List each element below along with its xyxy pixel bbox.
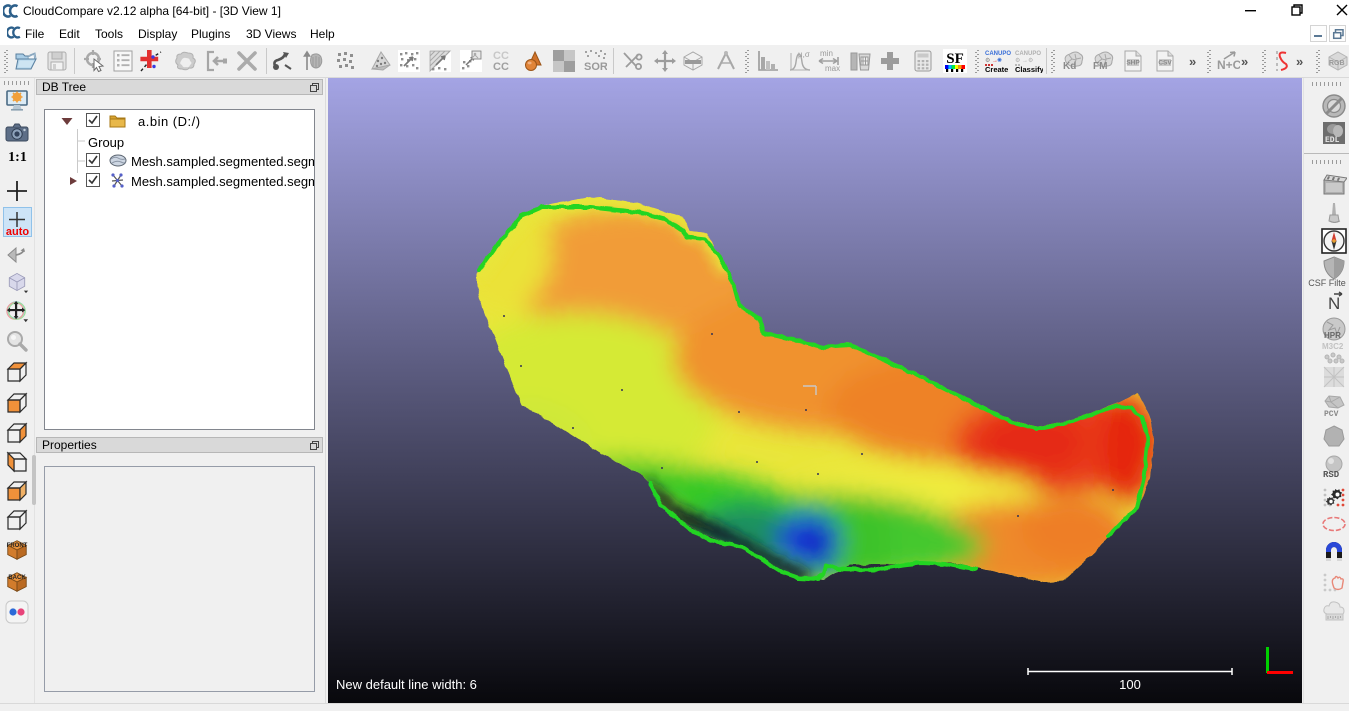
svg-text:CC: CC (493, 61, 509, 73)
svg-text:RGB: RGB (1329, 60, 1345, 67)
svg-text:RSD: RSD (1323, 470, 1340, 480)
svg-text:100: 100 (1119, 677, 1141, 692)
svg-text:min: min (820, 49, 833, 58)
svg-text:»: » (1296, 54, 1303, 69)
svg-text:CANUPO: CANUPO (985, 51, 1011, 57)
svg-text:Create: Create (985, 65, 1008, 73)
svg-text:HPR: HPR (1324, 331, 1341, 340)
svg-text:»: » (1241, 54, 1248, 69)
svg-text:BACK: BACK (8, 575, 26, 581)
svg-text:SHP: SHP (1126, 60, 1140, 67)
svg-text:⚙: ⚙ (985, 57, 990, 64)
svg-text:FM: FM (1093, 61, 1107, 72)
svg-text:PCV: PCV (1324, 410, 1339, 419)
svg-text:CSV: CSV (1158, 60, 1172, 67)
svg-text:⚙: ⚙ (1015, 57, 1020, 64)
svg-text:✺: ✺ (997, 57, 1002, 64)
svg-text:N: N (1328, 294, 1340, 313)
svg-text:Kd: Kd (1063, 61, 1076, 72)
svg-text:SF: SF (946, 51, 964, 67)
svg-text:EDL: EDL (1325, 136, 1340, 145)
svg-text:SOR: SOR (584, 61, 607, 73)
svg-text:»: » (1189, 54, 1196, 69)
svg-text:⚙: ⚙ (1028, 57, 1033, 64)
svg-text:max: max (825, 64, 840, 73)
svg-text:FRONT: FRONT (7, 543, 28, 549)
svg-text:M3C2: M3C2 (1322, 342, 1344, 351)
svg-text:CANUPO: CANUPO (1015, 51, 1041, 57)
svg-text:Classify: Classify (1015, 65, 1043, 73)
